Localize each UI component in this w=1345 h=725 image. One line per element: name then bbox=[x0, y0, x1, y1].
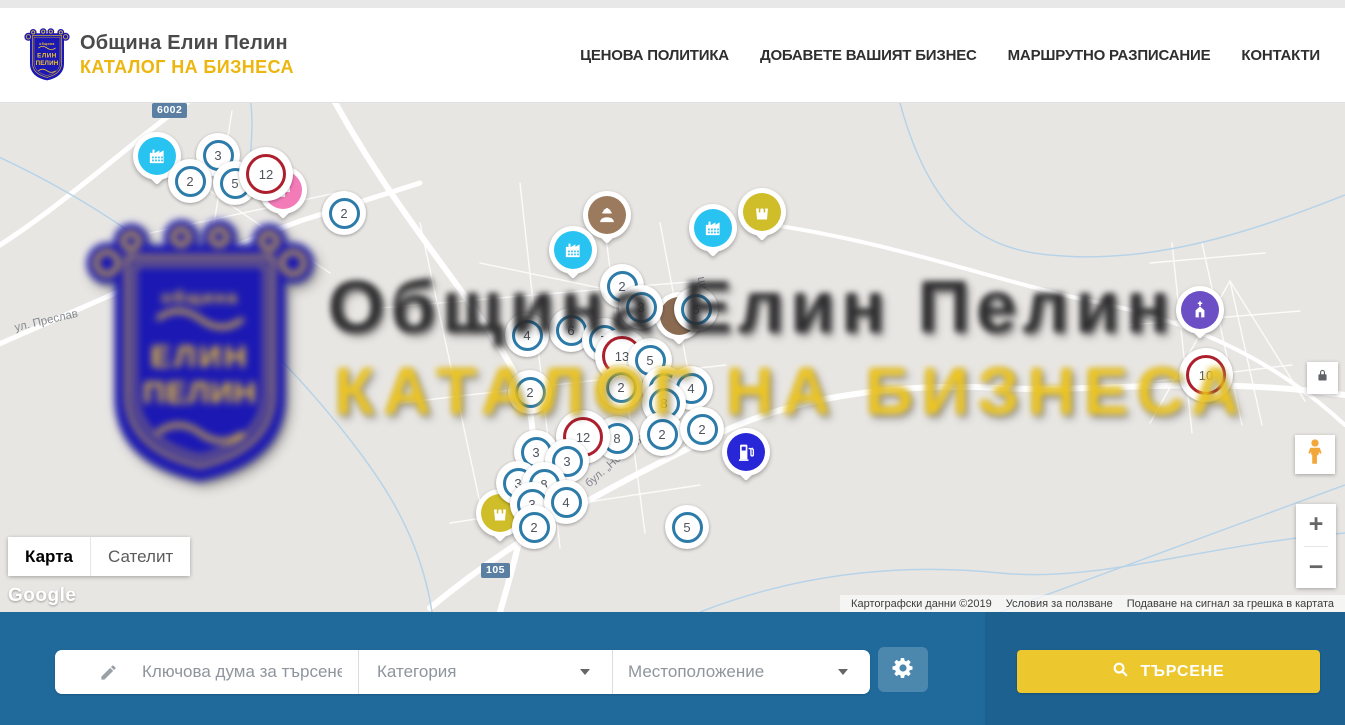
pencil-icon bbox=[99, 663, 118, 682]
cluster-count: 2 bbox=[647, 419, 678, 450]
site-header: община ЕЛИН ПЕЛИН Община Елин Пелин КАТА… bbox=[0, 8, 1345, 103]
map-type-control: Карта Сателит bbox=[8, 537, 190, 576]
lock-control[interactable] bbox=[1307, 362, 1338, 394]
search-fields-group: Категория Местоположение bbox=[55, 650, 870, 694]
google-logo[interactable]: Google bbox=[8, 585, 76, 607]
pin-circle bbox=[738, 188, 786, 236]
nav-add-your-business[interactable]: ДОБАВЕТЕ ВАШИЯТ БИЗНЕС bbox=[760, 47, 977, 64]
cluster-count: 2 bbox=[329, 198, 360, 229]
cluster-count: 12 bbox=[246, 154, 286, 194]
zoom-in-button[interactable]: + bbox=[1296, 504, 1336, 546]
cluster-count: 4 bbox=[512, 320, 543, 351]
svg-text:ЕЛИН: ЕЛИН bbox=[37, 53, 57, 60]
cluster-marker[interactable]: 5 bbox=[665, 505, 709, 549]
site-title: Община Елин Пелин bbox=[80, 32, 294, 55]
pin-marker-shopping-bag[interactable] bbox=[738, 188, 786, 246]
church-icon bbox=[1181, 291, 1219, 329]
location-select[interactable]: Местоположение bbox=[612, 650, 870, 694]
cluster-marker[interactable]: 2 bbox=[680, 407, 724, 451]
terms-of-use-link[interactable]: Условия за ползване bbox=[999, 598, 1120, 610]
pin-circle bbox=[722, 428, 770, 476]
cluster-marker[interactable]: 5 bbox=[674, 287, 718, 331]
cluster-marker[interactable]: 12 bbox=[239, 147, 293, 201]
search-bar-left: Категория Местоположение bbox=[0, 612, 985, 725]
nav-pricing-policy[interactable]: ЦЕНОВА ПОЛИТИКА bbox=[580, 47, 729, 64]
pin-marker-factory[interactable] bbox=[549, 226, 597, 284]
cluster-marker[interactable]: 2 bbox=[599, 365, 643, 409]
report-map-error-link[interactable]: Подаване на сигнал за грешка в картата bbox=[1120, 598, 1341, 610]
top-strip bbox=[0, 0, 1345, 8]
pegman-icon bbox=[1302, 437, 1328, 472]
map-attribution: Картографски данни ©2019 Условия за полз… bbox=[840, 595, 1345, 612]
cluster-marker[interactable]: 4 bbox=[505, 313, 549, 357]
cluster-marker[interactable]: 2 bbox=[508, 370, 552, 414]
pin-marker-factory[interactable] bbox=[689, 204, 737, 262]
search-button-label: ТЪРСЕНЕ bbox=[1140, 663, 1224, 681]
pin-marker-church[interactable] bbox=[1176, 286, 1224, 344]
cluster-marker[interactable]: 10 bbox=[1179, 348, 1233, 402]
svg-text:община: община bbox=[39, 42, 54, 46]
search-submit-button[interactable]: ТЪРСЕНЕ bbox=[1017, 650, 1320, 693]
pin-circle bbox=[549, 226, 597, 274]
cluster-count: 2 bbox=[519, 512, 550, 543]
cluster-marker[interactable]: 3 bbox=[619, 285, 663, 329]
advanced-settings-button[interactable] bbox=[878, 647, 928, 692]
nav-route-schedule[interactable]: МАРШРУТНО РАЗПИСАНИЕ bbox=[1008, 47, 1211, 64]
search-icon bbox=[1112, 661, 1129, 683]
cluster-marker[interactable]: 2 bbox=[322, 191, 366, 235]
cluster-count: 10 bbox=[1186, 355, 1226, 395]
cluster-count: 3 bbox=[626, 292, 657, 323]
pin-marker-fuel-pump[interactable] bbox=[722, 428, 770, 486]
cluster-count: 5 bbox=[681, 294, 712, 325]
cluster-count: 2 bbox=[515, 377, 546, 408]
location-select-label: Местоположение bbox=[628, 662, 764, 682]
category-select-label: Категория bbox=[377, 662, 456, 682]
keyword-input[interactable] bbox=[142, 662, 342, 682]
page: община ЕЛИН ПЕЛИН Община Елин Пелин КАТА… bbox=[0, 0, 1345, 725]
nav-contacts[interactable]: КОНТАКТИ bbox=[1241, 47, 1320, 64]
pin-circle bbox=[689, 204, 737, 252]
road-number-badge: 6002 bbox=[152, 103, 187, 118]
municipality-crest-logo: община ЕЛИН ПЕЛИН bbox=[24, 26, 70, 84]
site-subtitle: КАТАЛОГ НА БИЗНЕСА bbox=[80, 57, 294, 78]
cluster-count: 5 bbox=[672, 512, 703, 543]
shopping-bag-icon bbox=[743, 193, 781, 231]
road-number-badge: 105 bbox=[481, 563, 510, 578]
fuel-pump-icon bbox=[727, 433, 765, 471]
search-bar-right: ТЪРСЕНЕ bbox=[985, 612, 1345, 725]
factory-icon bbox=[554, 231, 592, 269]
factory-icon bbox=[694, 209, 732, 247]
category-select[interactable]: Категория bbox=[358, 650, 612, 694]
pin-circle bbox=[1176, 286, 1224, 334]
cluster-count: 2 bbox=[687, 414, 718, 445]
satellite-view-button[interactable]: Сателит bbox=[90, 537, 190, 576]
map-canvas[interactable]: ул. Преславбул. „Новоселци“ 6002105 bbox=[0, 103, 1345, 612]
chevron-down-icon bbox=[838, 669, 848, 675]
map-view-button[interactable]: Карта bbox=[8, 537, 90, 576]
zoom-control: + − bbox=[1296, 504, 1336, 588]
keyword-search-field[interactable] bbox=[55, 650, 358, 694]
cluster-marker[interactable]: 2 bbox=[512, 505, 556, 549]
attribution-copyright: Картографски данни ©2019 bbox=[844, 598, 999, 610]
cluster-count: 2 bbox=[606, 372, 637, 403]
cluster-count: 4 bbox=[551, 487, 582, 518]
svg-text:ПЕЛИН: ПЕЛИН bbox=[36, 60, 59, 67]
cluster-marker[interactable]: 2 bbox=[640, 412, 684, 456]
search-bar: Категория Местоположение ТЪРСЕНЕ bbox=[0, 612, 1345, 725]
street-view-pegman[interactable] bbox=[1295, 435, 1335, 474]
zoom-out-button[interactable]: − bbox=[1296, 547, 1336, 589]
brand-home-link[interactable]: община ЕЛИН ПЕЛИН Община Елин Пелин КАТА… bbox=[24, 26, 294, 84]
gear-icon bbox=[891, 656, 915, 683]
cluster-marker[interactable]: 2 bbox=[168, 159, 212, 203]
chevron-down-icon bbox=[580, 669, 590, 675]
main-nav: ЦЕНОВА ПОЛИТИКА ДОБАВЕТЕ ВАШИЯТ БИЗНЕС М… bbox=[580, 47, 1320, 64]
lock-icon bbox=[1315, 368, 1330, 388]
cluster-count: 2 bbox=[175, 166, 206, 197]
